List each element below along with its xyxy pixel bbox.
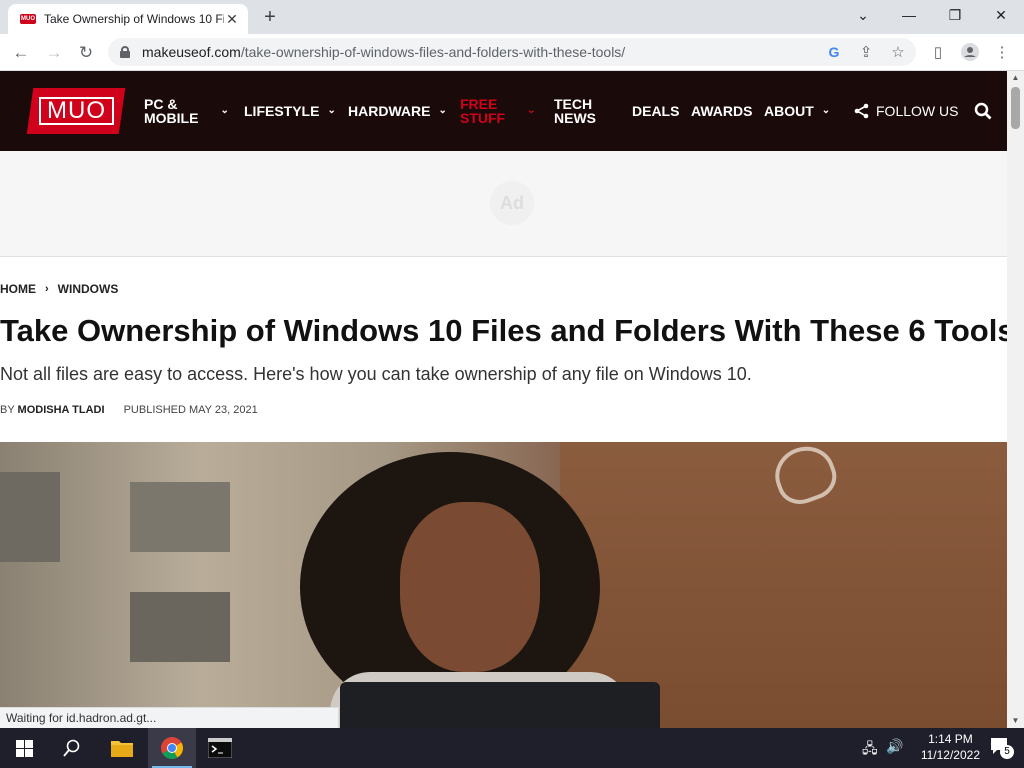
search-icon bbox=[63, 739, 80, 757]
chevron-down-icon: ⌄ bbox=[327, 105, 336, 116]
scroll-up-icon[interactable]: ▲ bbox=[1007, 71, 1024, 85]
nav-pc-mobile[interactable]: PC & MOBILE ⌄ bbox=[144, 71, 229, 151]
chrome-icon bbox=[161, 737, 183, 759]
breadcrumb: HOME › WINDOWS bbox=[0, 282, 118, 296]
muo-favicon: MUO bbox=[20, 14, 36, 24]
browser-tab[interactable]: MUO Take Ownership of Windows 10 Files ✕ bbox=[8, 4, 248, 34]
network-icon[interactable]: 🖧 bbox=[862, 738, 878, 762]
nav-about[interactable]: ABOUT ⌄ bbox=[764, 71, 830, 151]
menu-kebab-icon[interactable]: ⋮ bbox=[992, 42, 1012, 62]
start-button[interactable] bbox=[0, 728, 48, 768]
restore-button[interactable]: ❐ bbox=[932, 0, 978, 30]
taskbar-clock[interactable]: 1:14 PM 11/12/2022 bbox=[921, 731, 980, 763]
side-panel-icon[interactable]: ▯ bbox=[928, 42, 948, 62]
notification-center-button[interactable]: 5 bbox=[990, 737, 1014, 759]
lock-icon[interactable] bbox=[120, 46, 130, 58]
minimize-button[interactable]: — bbox=[886, 0, 932, 30]
chevron-down-icon: ⌄ bbox=[220, 105, 229, 116]
page-scrollbar[interactable]: ▲ ▼ bbox=[1007, 71, 1024, 728]
chrome-taskbar-button[interactable] bbox=[148, 728, 196, 768]
clock-date: 11/12/2022 bbox=[920, 748, 980, 762]
chevron-down-icon: ⌄ bbox=[438, 105, 447, 116]
by-label: BY bbox=[0, 404, 15, 416]
terminal-icon bbox=[208, 738, 232, 758]
ad-placeholder: Ad bbox=[0, 151, 1007, 257]
windows-logo-icon bbox=[15, 739, 33, 757]
nav-awards[interactable]: AWARDS bbox=[691, 71, 752, 151]
site-header: MUO PC & MOBILE ⌄ LIFESTYLE ⌄ HARDWARE ⌄ FR… bbox=[0, 71, 1007, 151]
ad-badge: Ad bbox=[490, 181, 534, 225]
folder-icon bbox=[111, 741, 133, 757]
tab-title: Take Ownership of Windows 10 Files bbox=[44, 12, 224, 26]
muo-logo[interactable]: MUO bbox=[26, 88, 126, 134]
scrollbar-thumb[interactable] bbox=[1011, 87, 1020, 129]
breadcrumb-home[interactable]: HOME bbox=[0, 282, 36, 296]
nav-free-stuff[interactable]: FREE STUFF ⌄ bbox=[460, 71, 536, 151]
url-text: makeuseof.com/take-ownership-of-windows-… bbox=[142, 44, 626, 60]
file-explorer-button[interactable] bbox=[98, 728, 146, 768]
nav-hardware[interactable]: HARDWARE ⌄ bbox=[348, 71, 447, 151]
bookmark-star-icon[interactable]: ☆ bbox=[888, 42, 908, 62]
nav-lifestyle[interactable]: LIFESTYLE ⌄ bbox=[244, 71, 336, 151]
browser-status-bar: Waiting for id.hadron.ad.gt... bbox=[0, 707, 339, 728]
chevron-down-icon: ⌄ bbox=[821, 105, 831, 116]
article-meta: BY MODISHA TLADI PUBLISHED MAY 23, 2021 bbox=[0, 404, 258, 416]
author-link[interactable]: MODISHA TLADI bbox=[18, 404, 105, 416]
share-icon bbox=[854, 103, 869, 119]
article-subtitle: Not all files are easy to access. Here's… bbox=[0, 364, 752, 384]
hero-image bbox=[0, 442, 1007, 728]
chevron-down-icon: ⌄ bbox=[527, 105, 536, 116]
volume-icon[interactable]: 🔊 bbox=[886, 738, 903, 755]
close-window-button[interactable]: ✕ bbox=[978, 0, 1024, 30]
reload-button[interactable]: ↻ bbox=[73, 40, 99, 66]
taskbar-search-button[interactable] bbox=[48, 728, 96, 768]
search-icon[interactable] bbox=[974, 102, 992, 120]
browser-toolbar: ← → ↻ makeuseof.com/take-ownership-of-wi… bbox=[0, 34, 1024, 71]
browser-tab-strip: MUO Take Ownership of Windows 10 Files ✕… bbox=[0, 0, 1024, 34]
close-tab-icon[interactable]: ✕ bbox=[224, 11, 240, 28]
windows-taskbar: 🖧 🔊 1:14 PM 11/12/2022 5 bbox=[0, 728, 1024, 768]
clock-time: 1:14 PM bbox=[928, 732, 973, 746]
google-icon[interactable]: G bbox=[824, 42, 844, 62]
chevron-right-icon: › bbox=[45, 283, 49, 295]
tab-search-chevron-icon[interactable]: ⌄ bbox=[840, 0, 886, 30]
article-title: Take Ownership of Windows 10 Files and F… bbox=[0, 313, 1015, 348]
nav-follow-us[interactable]: FOLLOW US bbox=[854, 71, 958, 151]
forward-button[interactable]: → bbox=[41, 40, 67, 66]
profile-avatar-icon[interactable] bbox=[960, 42, 980, 62]
share-icon[interactable]: ⇪ bbox=[856, 42, 876, 62]
notification-count-badge: 5 bbox=[1000, 745, 1014, 759]
address-bar[interactable]: makeuseof.com/take-ownership-of-windows-… bbox=[108, 38, 916, 66]
breadcrumb-windows[interactable]: WINDOWS bbox=[58, 282, 119, 296]
nav-tech-news[interactable]: TECH NEWS bbox=[554, 71, 596, 151]
back-button[interactable]: ← bbox=[8, 40, 34, 66]
terminal-taskbar-button[interactable] bbox=[196, 728, 244, 768]
scroll-down-icon[interactable]: ▼ bbox=[1007, 714, 1024, 728]
nav-deals[interactable]: DEALS bbox=[632, 71, 679, 151]
new-tab-button[interactable]: + bbox=[258, 6, 282, 29]
publish-date: PUBLISHED MAY 23, 2021 bbox=[123, 404, 258, 416]
